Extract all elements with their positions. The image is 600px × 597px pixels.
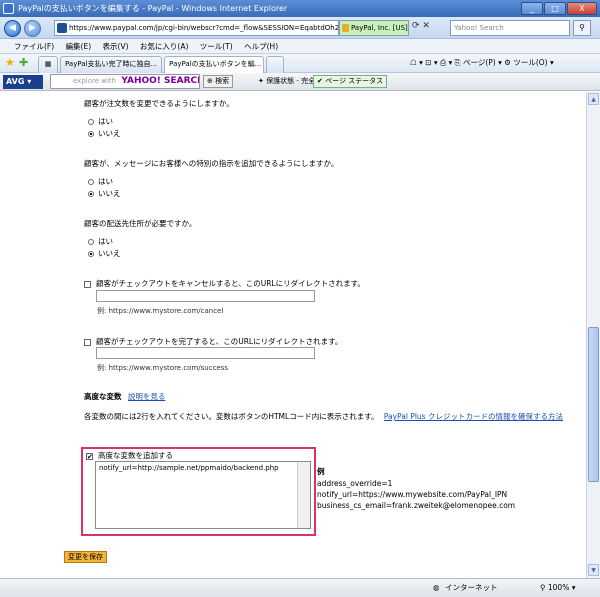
yahoo-logo: YAHOO! SEARCH bbox=[121, 76, 200, 86]
return-url-hint: 例: https://www.mystore.com/success bbox=[97, 364, 229, 372]
textarea-scrollbar[interactable] bbox=[297, 462, 310, 528]
security-zone: インターネット bbox=[445, 583, 498, 592]
menu-view[interactable]: 表示(V) bbox=[103, 42, 129, 51]
return-url-checkbox[interactable] bbox=[84, 338, 91, 346]
advanced-vars-heading: 高度な変数 説明を見る bbox=[84, 392, 166, 401]
scroll-down-icon[interactable]: ▼ bbox=[588, 564, 599, 576]
search-input[interactable]: Yahoo! Search bbox=[450, 20, 570, 36]
minimize-button[interactable]: _ bbox=[521, 2, 543, 15]
quick-tabs-button[interactable]: ▦ bbox=[38, 56, 58, 73]
address-bar: ◀ ▶ https://www.paypal.com/jp/cgi-bin/we… bbox=[0, 17, 600, 39]
cancel-url-hint: 例: https://www.mystore.com/cancel bbox=[97, 307, 224, 315]
refresh-stop-icons[interactable]: ⟳ ✕ bbox=[412, 21, 430, 31]
security-badge[interactable]: PayPal, Inc. [US] bbox=[339, 20, 409, 36]
example-line-2: notify_url=https://www.mywebsite.com/Pay… bbox=[317, 490, 508, 499]
window-title: PayPalの支払いボタンを編集する - PayPal - Windows In… bbox=[18, 4, 288, 13]
ie-icon bbox=[3, 3, 14, 14]
avg-logo[interactable]: AVG ▾ bbox=[3, 75, 43, 89]
close-button[interactable]: X bbox=[567, 2, 597, 15]
favorites-bar: ★ ✚ ▦ PayPal支払い完了時に独自... PayPalの支払いボタンを編… bbox=[0, 54, 600, 73]
page-viewport: 顧客が注文数を変更できるようにしますか。 はい いいえ 顧客が、メッセージにお客… bbox=[0, 92, 586, 578]
question-message: 顧客が、メッセージにお客様への特別の指示を追加できるようにしますか。 bbox=[84, 159, 339, 168]
return-url-row: 顧客がチェックアウトを完了すると、このURLにリダイレクトされます。 bbox=[84, 336, 342, 347]
url-input[interactable]: https://www.paypal.com/jp/cgi-bin/webscr… bbox=[54, 20, 339, 36]
page-status-button[interactable]: ✔ ページ ステータス bbox=[313, 75, 388, 88]
radio-quantity-no[interactable]: いいえ bbox=[88, 128, 121, 139]
command-bar[interactable]: ☖ ▾ ⊡ ▾ ⎙ ▾ ⎘ ページ(P) ▾ ⚙ ツール(O) ▾ bbox=[410, 57, 554, 68]
menu-bar: ファイル(F) 編集(E) 表示(V) お気に入り(A) ツール(T) ヘルプ(… bbox=[0, 39, 600, 54]
scroll-thumb[interactable] bbox=[588, 327, 599, 482]
search-go-button[interactable]: ⚲ bbox=[573, 20, 591, 36]
advanced-vars-checkbox[interactable]: ✔ bbox=[86, 452, 93, 460]
status-bar: ◍ インターネット ⚲ 100% ▾ bbox=[0, 578, 600, 597]
avg-toolbar: AVG ▾ explore with YAHOO! SEARCH ⊕ 検索 ✦ … bbox=[0, 73, 600, 91]
radio-message-yes[interactable]: はい bbox=[88, 176, 113, 187]
example-title: 例 bbox=[317, 467, 325, 476]
advanced-vars-check-row: ✔ 高度な変数を追加する bbox=[86, 451, 173, 461]
forward-button[interactable]: ▶ bbox=[24, 20, 41, 37]
question-shipping: 顧客の配送先住所が必要ですか。 bbox=[84, 219, 197, 228]
menu-edit[interactable]: 編集(E) bbox=[66, 42, 92, 51]
menu-help[interactable]: ヘルプ(H) bbox=[244, 42, 278, 51]
page-scrollbar[interactable]: ▲ ▼ bbox=[586, 92, 600, 578]
example-line-3: business_cs_email=frank.zweitek@elomenop… bbox=[317, 501, 516, 510]
scroll-up-icon[interactable]: ▲ bbox=[588, 93, 599, 105]
save-changes-button[interactable]: 変更を保存 bbox=[64, 551, 107, 563]
paypal-favicon bbox=[57, 23, 67, 33]
window-titlebar: PayPalの支払いボタンを編集する - PayPal - Windows In… bbox=[0, 0, 600, 17]
advanced-vars-help-link[interactable]: 説明を見る bbox=[128, 392, 166, 401]
back-button[interactable]: ◀ bbox=[4, 20, 21, 37]
tab-paypal-complete[interactable]: PayPal支払い完了時に独自... bbox=[60, 56, 163, 73]
radio-shipping-no[interactable]: いいえ bbox=[88, 248, 121, 259]
menu-favorites[interactable]: お気に入り(A) bbox=[140, 42, 188, 51]
add-favorites-icon[interactable]: ✚ bbox=[19, 56, 28, 69]
avg-protection-status: ✦ 保護状態 - 完全 bbox=[258, 77, 316, 85]
example-line-1: address_override=1 bbox=[317, 479, 393, 488]
menu-tools[interactable]: ツール(T) bbox=[200, 42, 233, 51]
advanced-vars-textarea[interactable]: notify_url=http://sample.net/ppmaido/bac… bbox=[95, 461, 311, 529]
maximize-button[interactable]: □ bbox=[544, 2, 566, 15]
radio-quantity-yes[interactable]: はい bbox=[88, 116, 113, 127]
radio-shipping-yes[interactable]: はい bbox=[88, 236, 113, 247]
new-tab-button[interactable] bbox=[266, 56, 285, 73]
cancel-url-input[interactable] bbox=[96, 290, 315, 302]
avg-search-button[interactable]: ⊕ 検索 bbox=[203, 75, 234, 88]
question-quantity: 顧客が注文数を変更できるようにしますか。 bbox=[84, 99, 234, 108]
advanced-vars-description: 各変数の間には2行を入れてください。変数はボタンのHTMLコード内に表示されます… bbox=[84, 412, 563, 421]
lock-icon bbox=[342, 24, 349, 32]
menu-file[interactable]: ファイル(F) bbox=[14, 42, 54, 51]
favorites-star-icon[interactable]: ★ bbox=[5, 56, 15, 69]
radio-message-no[interactable]: いいえ bbox=[88, 188, 121, 199]
internet-zone-icon: ◍ bbox=[433, 583, 440, 592]
paypal-plus-link[interactable]: PayPal Plus クレジットカードの情報を確保する方法 bbox=[384, 412, 563, 421]
cancel-url-row: 顧客がチェックアウトをキャンセルすると、このURLにリダイレクトされます。 bbox=[84, 278, 365, 289]
return-url-input[interactable] bbox=[96, 347, 315, 359]
zoom-level[interactable]: ⚲ 100% ▾ bbox=[540, 579, 576, 597]
yahoo-search-input[interactable]: explore with YAHOO! SEARCH bbox=[50, 74, 200, 89]
cancel-url-checkbox[interactable] bbox=[84, 280, 91, 288]
tab-paypal-edit[interactable]: PayPalの支払いボタンを編... bbox=[164, 56, 265, 73]
